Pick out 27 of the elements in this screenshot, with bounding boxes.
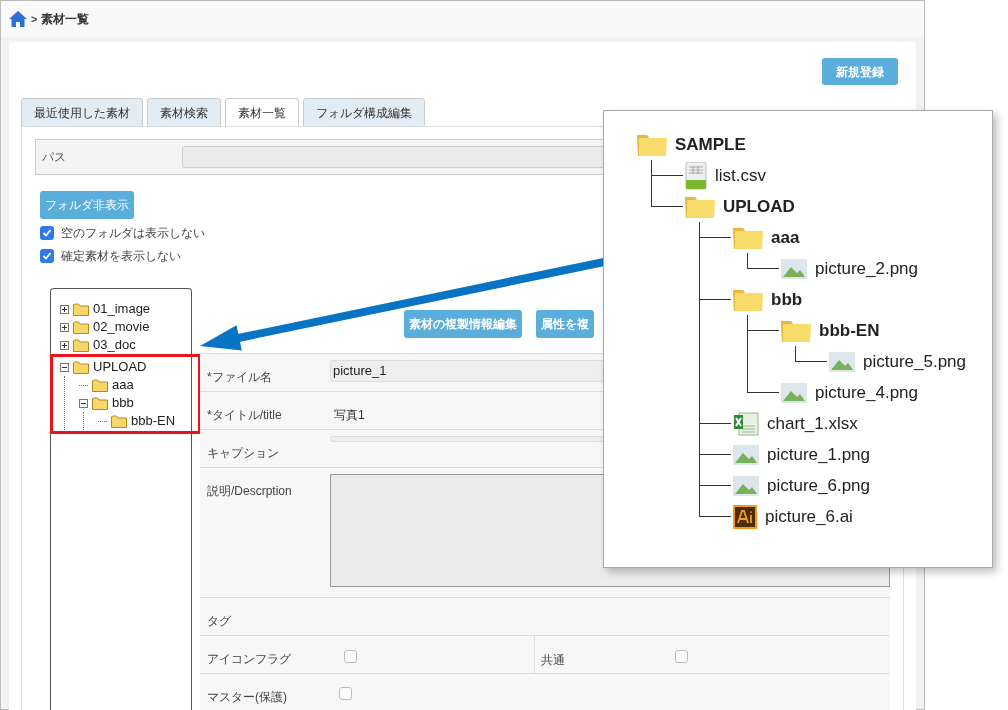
file-name: picture_1.png	[767, 443, 871, 466]
file-name: picture_6.ai	[765, 505, 853, 528]
file-name: picture_5.png	[863, 350, 967, 373]
folder-name: UPLOAD	[723, 195, 795, 218]
path-label: パス	[42, 149, 67, 166]
file-name: list.csv	[715, 164, 766, 187]
file-name: chart_1.xlsx	[767, 412, 858, 435]
field-label: 共通	[541, 653, 565, 667]
folder-name: bbb	[771, 288, 803, 311]
field-label: *ファイル名	[207, 370, 272, 384]
field-label: タグ	[207, 614, 231, 628]
folder-name: aaa	[771, 226, 800, 249]
field-label: 説明/Descrption	[207, 484, 292, 498]
breadcrumb-separator-icon: >	[31, 10, 38, 28]
folder-name: bbb-EN	[819, 319, 880, 342]
folder-name: SAMPLE	[675, 133, 746, 156]
file-name: picture_2.png	[815, 257, 919, 280]
field-label: マスター(保護)	[207, 690, 287, 704]
option-label: 空のフォルダは表示しない	[61, 225, 205, 242]
field-label: キャプション	[207, 446, 279, 460]
field-label: アイコンフラグ	[207, 652, 291, 666]
breadcrumb-text: 素材一覧	[41, 11, 90, 28]
field-label: *タイトル/title	[207, 408, 282, 422]
option-label: 確定素材を表示しない	[61, 248, 181, 265]
file-name: picture_6.png	[767, 474, 871, 497]
field-value: 写真1	[334, 408, 365, 422]
file-name: picture_4.png	[815, 381, 919, 404]
